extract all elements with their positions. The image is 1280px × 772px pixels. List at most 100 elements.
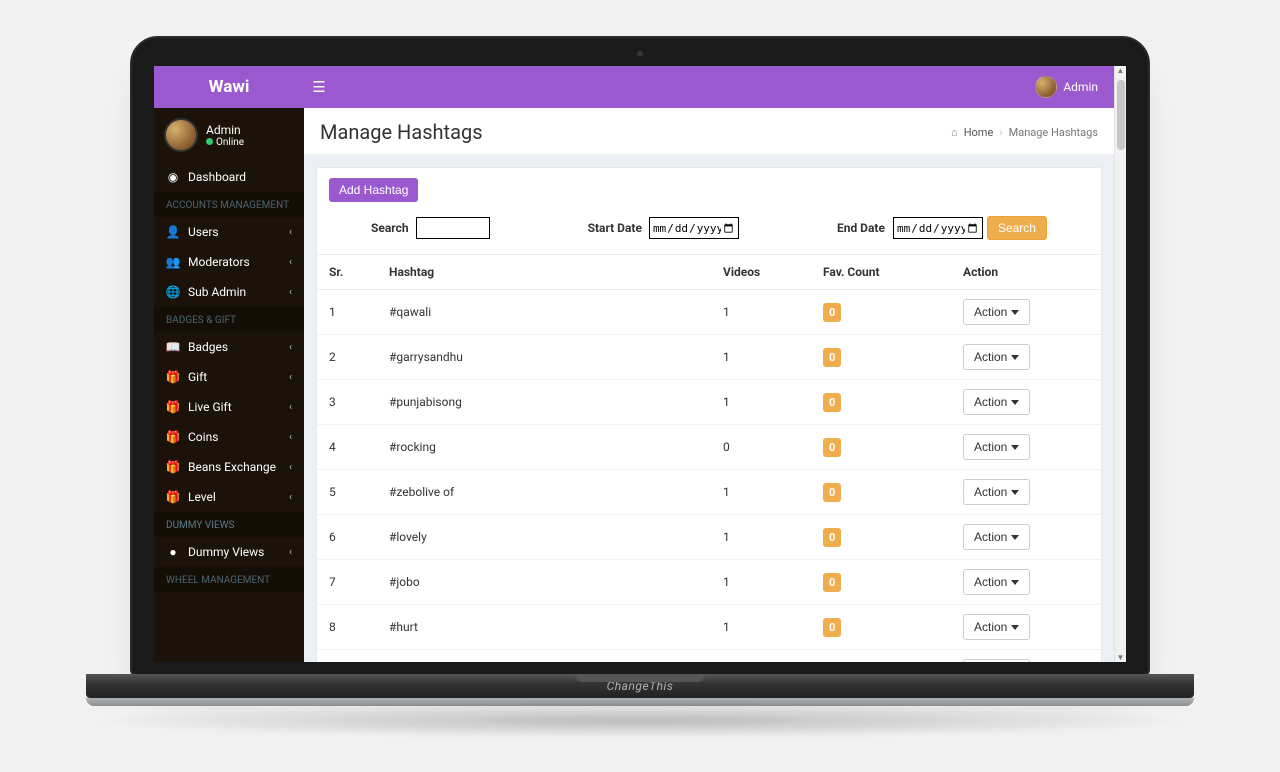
chevron-left-icon: ‹ (289, 227, 292, 238)
cell-fav: 0 (811, 650, 951, 663)
status-online-icon (206, 138, 213, 145)
sidebar-item-gift[interactable]: 🎁Gift‹ (154, 362, 304, 392)
table-row: 3#punjabisong10 Action (317, 380, 1101, 425)
end-date-input[interactable] (893, 217, 983, 239)
sidebar-item-moderators[interactable]: 👥Moderators‹ (154, 247, 304, 277)
sidebar-item-beans[interactable]: 🎁Beans Exchange‹ (154, 452, 304, 482)
action-dropdown-button[interactable]: Action (963, 614, 1030, 640)
hamburger-icon[interactable]: ☰ (304, 78, 334, 96)
action-dropdown-button[interactable]: Action (963, 344, 1030, 370)
laptop-camera (637, 50, 644, 57)
action-dropdown-button[interactable]: Action (963, 299, 1030, 325)
laptop-bezel: Wawi ☰ Admin (130, 36, 1150, 676)
cell-sr: 7 (317, 560, 377, 605)
cell-hashtag: #qawali (377, 290, 711, 335)
laptop-base: ChangeThis (86, 674, 1194, 738)
sidebar-item-label: Moderators (188, 255, 250, 269)
home-icon: ⌂ (951, 126, 958, 139)
scroll-thumb[interactable] (1117, 80, 1125, 150)
sidebar-heading-accounts: ACCOUNTS MANAGEMENT (154, 192, 304, 217)
user-icon: 👤 (166, 225, 180, 239)
scroll-down-icon[interactable]: ▼ (1117, 653, 1125, 662)
gift-icon: 🎁 (166, 400, 180, 414)
hashtags-table: Sr. Hashtag Videos Fav. Count Action 1#q… (317, 254, 1101, 662)
table-row: 7#jobo10Action (317, 560, 1101, 605)
scroll-up-icon[interactable]: ▲ (1117, 66, 1125, 75)
sidebar-item-label: Coins (188, 430, 218, 444)
action-dropdown-button[interactable]: Action (963, 434, 1030, 460)
cell-videos: 1 (711, 515, 811, 560)
caret-down-icon (1011, 400, 1019, 405)
chevron-left-icon: ‹ (289, 372, 292, 383)
sidebar-item-label: Badges (188, 340, 228, 354)
sidebar-user-status: Online (206, 137, 244, 148)
action-dropdown-button[interactable]: Action (963, 524, 1030, 550)
topbar-user-name: Admin (1063, 80, 1098, 94)
sidebar-item-badges[interactable]: 📖Badges‹ (154, 332, 304, 362)
sidebar-item-users[interactable]: 👤Users‹ (154, 217, 304, 247)
cell-hashtag: #frindsforever #zeboliveho (377, 650, 711, 663)
fav-badge: 0 (823, 438, 841, 457)
table-row: 5#zebolive of10 Action (317, 470, 1101, 515)
scrollbar[interactable]: ▲ ▼ (1114, 66, 1126, 662)
sidebar-item-label: Dashboard (188, 170, 246, 184)
cell-fav: 0 (811, 380, 951, 425)
cell-fav: 0 (811, 470, 951, 515)
content: Manage Hashtags ⌂ Home › Manage Hashtags (304, 108, 1114, 662)
cell-hashtag: #punjabisong (377, 380, 711, 425)
sidebar-item-dummyviews[interactable]: ●Dummy Views‹ (154, 537, 304, 567)
filter-startdate: Start Date (588, 217, 739, 239)
cell-hashtag: #zebolive of (377, 470, 711, 515)
start-date-input[interactable] (649, 217, 739, 239)
chevron-left-icon: ‹ (289, 547, 292, 558)
sidebar-heading-dummy: Dummy Views (154, 512, 304, 537)
action-dropdown-button[interactable]: Action (963, 569, 1030, 595)
cell-hashtag: #hurt (377, 605, 711, 650)
sidebar-item-subadmin[interactable]: 🌐Sub Admin‹ (154, 277, 304, 307)
col-videos: Videos (711, 255, 811, 290)
avatar-icon (1035, 76, 1057, 98)
cell-hashtag: #rocking (377, 425, 711, 470)
brand-logo[interactable]: Wawi (154, 77, 304, 97)
sidebar-item-livegift[interactable]: 🎁Live Gift‹ (154, 392, 304, 422)
fav-badge: 0 (823, 618, 841, 637)
cell-videos: 1 (711, 470, 811, 515)
breadcrumb-sep: › (999, 126, 1002, 139)
add-hashtag-button[interactable]: Add Hashtag (329, 178, 418, 202)
search-label: Search (371, 221, 409, 235)
sidebar-user-name: Admin (206, 123, 244, 137)
action-dropdown-button[interactable]: Action (963, 389, 1030, 415)
sidebar-item-dashboard[interactable]: ◉ Dashboard (154, 162, 304, 192)
action-dropdown-button[interactable]: Action (963, 479, 1030, 505)
cell-videos: 1 (711, 605, 811, 650)
chevron-left-icon: ‹ (289, 257, 292, 268)
search-button[interactable]: Search (987, 216, 1047, 240)
cell-sr: 5 (317, 470, 377, 515)
table-row: 6#lovely10Action (317, 515, 1101, 560)
table-row: 9#frindsforever #zeboliveho10Action (317, 650, 1101, 663)
caret-down-icon (1011, 355, 1019, 360)
book-icon: 📖 (166, 340, 180, 354)
fav-badge: 0 (823, 573, 841, 592)
cell-sr: 3 (317, 380, 377, 425)
filter-search: Search (371, 217, 490, 239)
breadcrumb-current: Manage Hashtags (1009, 126, 1098, 139)
sidebar-item-label: Beans Exchange (188, 460, 276, 474)
topbar-user[interactable]: Admin (1035, 76, 1114, 98)
caret-down-icon (1011, 310, 1019, 315)
cell-sr: 9 (317, 650, 377, 663)
page-title: Manage Hashtags (320, 120, 483, 144)
action-dropdown-button[interactable]: Action (963, 659, 1030, 662)
sidebar-item-coins[interactable]: 🎁Coins‹ (154, 422, 304, 452)
sidebar-item-level[interactable]: 🎁Level‹ (154, 482, 304, 512)
start-date-label: Start Date (588, 221, 642, 235)
cell-videos: 1 (711, 380, 811, 425)
laptop-hinge: ChangeThis (86, 674, 1194, 698)
fav-badge: 0 (823, 348, 841, 367)
search-input[interactable] (416, 217, 490, 239)
chevron-left-icon: ‹ (289, 287, 292, 298)
caret-down-icon (1011, 625, 1019, 630)
cell-videos: 0 (711, 425, 811, 470)
cell-sr: 1 (317, 290, 377, 335)
breadcrumb-home[interactable]: Home (964, 126, 994, 139)
